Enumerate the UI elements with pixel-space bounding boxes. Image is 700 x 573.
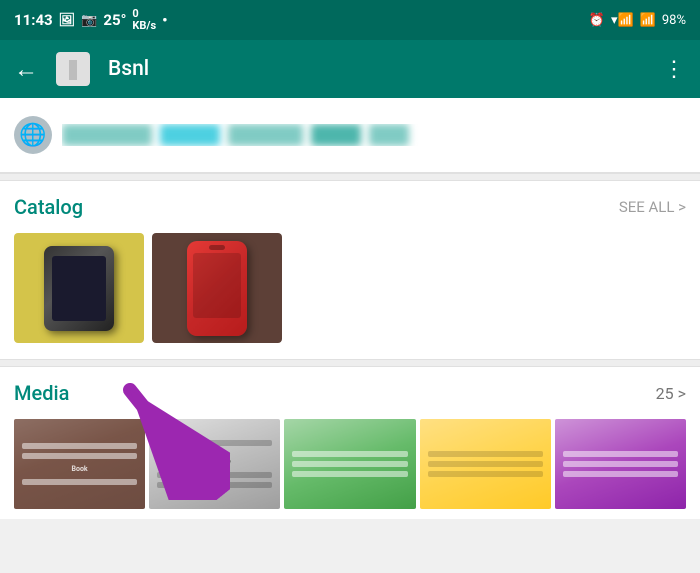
- back-button[interactable]: ←: [14, 55, 38, 84]
- catalog-header: Catalog SEE ALL >: [14, 195, 686, 219]
- chat-banner: 🌐: [0, 98, 700, 173]
- book-image-5: [555, 443, 686, 485]
- section-divider-1: [0, 173, 700, 181]
- catalog-section: Catalog SEE ALL >: [0, 181, 700, 359]
- phone-red-image: [187, 241, 247, 336]
- catalog-see-all-button[interactable]: SEE ALL >: [619, 198, 686, 216]
- contact-avatar: [56, 52, 90, 86]
- signal-icon: 📶: [640, 13, 656, 28]
- more-options-button[interactable]: ⋮: [663, 57, 686, 82]
- blurred-text-5: [369, 124, 409, 146]
- catalog-title: Catalog: [14, 195, 83, 219]
- person-icon: [62, 58, 84, 80]
- catalog-images: [14, 233, 686, 343]
- media-thumbnails: Book The Theoryof Relativity: [14, 419, 686, 509]
- camera-icon: 📷: [81, 13, 97, 28]
- battery-text: 98%: [662, 13, 686, 28]
- phone-dark-image: [44, 246, 114, 331]
- blurred-text-3: [228, 124, 303, 146]
- app-title: Bsnl: [108, 57, 645, 81]
- status-right: ⏰ ▾📶 📶 98%: [589, 13, 686, 28]
- status-speed: 0KB/s: [132, 8, 156, 32]
- book-image-3: [284, 443, 415, 485]
- section-divider-2: [0, 359, 700, 367]
- alarm-icon: ⏰: [589, 13, 605, 28]
- status-time: 11:43: [14, 11, 53, 29]
- status-bar: 11:43 🖼 📷 25° 0KB/s • ⏰ ▾📶 📶 98%: [0, 0, 700, 40]
- book-image-1: Book: [14, 435, 145, 493]
- wifi-icon: ▾📶: [611, 13, 634, 28]
- blurred-text-2: [160, 124, 220, 146]
- status-temp: 25°: [103, 11, 126, 29]
- catalog-item-2[interactable]: [152, 233, 282, 343]
- media-count[interactable]: 25 >: [656, 384, 686, 403]
- media-thumb-2[interactable]: The Theoryof Relativity: [149, 419, 280, 509]
- media-section: Media 25 > Book The Theoryof Relativity: [0, 367, 700, 519]
- media-header: Media 25 >: [14, 381, 686, 405]
- catalog-item-1[interactable]: [14, 233, 144, 343]
- media-thumb-3[interactable]: [284, 419, 415, 509]
- blurred-text-4: [311, 124, 361, 146]
- blurred-text-1: [62, 124, 152, 146]
- media-thumb-5[interactable]: [555, 419, 686, 509]
- globe-icon: 🌐: [14, 116, 52, 154]
- app-bar: ← Bsnl ⋮: [0, 40, 700, 98]
- status-left: 11:43 🖼 📷 25° 0KB/s •: [14, 8, 168, 32]
- media-thumb-1[interactable]: Book: [14, 419, 145, 509]
- image-icon: 🖼: [59, 13, 76, 28]
- media-title: Media: [14, 381, 69, 405]
- book-image-2: The Theoryof Relativity: [149, 432, 280, 496]
- banner-content: [62, 124, 686, 146]
- dot-indicator: •: [162, 11, 167, 29]
- media-thumb-4[interactable]: [420, 419, 551, 509]
- book-image-4: [420, 443, 551, 485]
